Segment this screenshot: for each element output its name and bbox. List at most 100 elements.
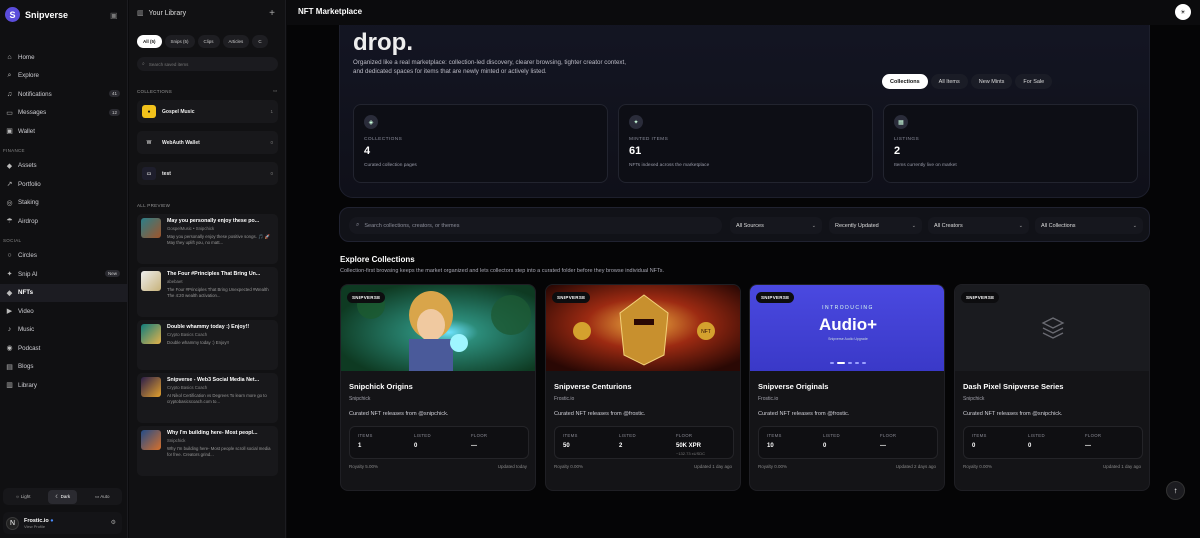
collection-item[interactable]: W WebAuth Wallet 0: [137, 131, 278, 154]
nav-item-explore[interactable]: ⌕ Explore: [0, 67, 128, 86]
search-icon: ⌕: [356, 222, 360, 228]
scroll-to-top-button[interactable]: ↑: [1166, 481, 1185, 500]
theme-dark-button[interactable]: ☾ Dark: [48, 489, 78, 504]
collection-item[interactable]: ▭ test 0: [137, 162, 278, 185]
collection-title[interactable]: Snipchick Origins: [349, 382, 413, 391]
nav-item-staking[interactable]: ◎ Staking: [0, 194, 128, 213]
collection-creator[interactable]: Snipchick: [963, 396, 984, 402]
nav-item-video[interactable]: ▶ Video: [0, 302, 128, 321]
preview-item[interactable]: Why I'm building here- Most peopl... Snip…: [137, 426, 278, 476]
tab-new-mints[interactable]: New Mints: [970, 74, 1013, 89]
page-title: NFT Marketplace: [298, 7, 363, 16]
nav-item-home[interactable]: ⌂ Home: [0, 48, 128, 67]
nav-item-blogs[interactable]: ▤ Blogs: [0, 358, 128, 377]
carousel-dot[interactable]: [830, 362, 834, 364]
library-chip[interactable]: Snips (5): [164, 35, 195, 48]
brand[interactable]: S Snipverse: [5, 7, 68, 22]
carousel-dot[interactable]: [848, 362, 852, 364]
stat-listed: LISTED 0: [1028, 433, 1045, 449]
library-icon: ▥: [137, 10, 144, 17]
view-tabs: Collections All Items New Mints For Sale: [882, 74, 1053, 89]
library-panel: ▥ Your Library + All (5) Snips (5) Clips Ar…: [129, 0, 286, 538]
preview-item[interactable]: The Four #Principles That Bring Un... abe…: [137, 267, 278, 317]
collection-tag: SNIPVERSE: [552, 292, 591, 303]
collection-count: 1: [270, 109, 273, 114]
carousel-dot[interactable]: [855, 362, 859, 364]
theme-auto-button[interactable]: ▭ Auto: [88, 490, 117, 504]
collection-title[interactable]: Snipverse Centurions: [554, 382, 632, 391]
nav-item-label: Wallet: [18, 127, 35, 135]
chart-icon: ↗: [6, 181, 13, 189]
preview-thumbnail: [141, 377, 161, 397]
sources-select[interactable]: All Sources ⌄: [730, 217, 822, 234]
preview-item[interactable]: Snipverse - Web3 Social Media Net... Cryp…: [137, 373, 278, 423]
library-chip[interactable]: C: [252, 35, 268, 48]
nav-item-assets[interactable]: ◆ Assets: [0, 157, 128, 176]
tab-for-sale[interactable]: For Sale: [1015, 74, 1053, 89]
nav-item-wallet[interactable]: ▣ Wallet: [0, 122, 128, 141]
collection-card[interactable]: SNIPVERSE Snipchick Origins Snipchick Curat…: [340, 284, 536, 491]
preview-item[interactable]: May you personally enjoy these po... Gosp…: [137, 214, 278, 264]
stat-listed: LISTED 2: [619, 433, 636, 449]
creators-select[interactable]: All Creators ⌄: [928, 217, 1029, 234]
collection-card[interactable]: SNIPVERSE Dash Pixel Snipverse Series Snip…: [954, 284, 1150, 491]
stat-value: 2: [619, 443, 623, 449]
collection-thumb-icon: W: [146, 139, 152, 146]
tab-all-items[interactable]: All Items: [930, 74, 968, 89]
nav-item-notifications[interactable]: ♫ Notifications 41: [0, 85, 128, 104]
library-chip[interactable]: Clips: [197, 35, 220, 48]
library-search-input[interactable]: ⌕ Search saved items: [137, 57, 278, 71]
folder-icon[interactable]: ▭: [273, 88, 278, 94]
sort-select[interactable]: Recently Updated ⌄: [829, 217, 922, 234]
royalty-text: Royalty 5.00%: [349, 464, 379, 469]
stat-value: 1: [358, 443, 362, 449]
user-profile[interactable]: N Frostic.io ● View Profile ⚙: [3, 512, 122, 534]
add-icon[interactable]: +: [269, 8, 275, 19]
library-chip[interactable]: Articles: [222, 35, 250, 48]
nav-item-podcast[interactable]: ◉ Podcast: [0, 339, 128, 358]
nav-item-portfolio[interactable]: ↗ Portfolio: [0, 175, 128, 194]
collection-card[interactable]: INTRODUCING Audio+ Snipverse Audio Upgrade…: [749, 284, 945, 491]
tab-collections[interactable]: Collections: [882, 74, 928, 89]
stat-value: 0: [414, 443, 418, 449]
stat-label: FLOOR: [1085, 433, 1102, 438]
collection-creator[interactable]: Frostic.io: [758, 396, 778, 402]
nav-item-snip-ai[interactable]: ✦ Snip AI New: [0, 265, 128, 284]
stat-description: Curated collection pages: [364, 163, 417, 168]
collection-creator[interactable]: Snipchick: [349, 396, 370, 402]
collapse-sidebar-icon[interactable]: ▣: [110, 11, 118, 20]
carousel-dot[interactable]: [837, 362, 845, 364]
theme-toggle-button[interactable]: ☀: [1175, 4, 1191, 20]
royalty-text: Royalty 0.00%: [758, 464, 788, 469]
theme-light-button[interactable]: ☼ Light: [8, 490, 37, 503]
carousel-dot[interactable]: [862, 362, 866, 364]
nav-item-messages[interactable]: ▭ Messages 12: [0, 104, 128, 123]
collection-search-input[interactable]: ⌕ Search collections, creators, or themes: [349, 217, 722, 234]
collection-stats: ITEMS 0 LISTED 0 FLOOR —: [963, 426, 1143, 459]
collection-card[interactable]: NFT SNIPVERSE Snipverse Centurions Frostic.…: [545, 284, 741, 491]
nav-item-music[interactable]: ♪ Music: [0, 321, 128, 340]
library-chip[interactable]: All (5): [137, 35, 162, 48]
hero-panel: drop. Organized like a real marketplace:…: [339, 0, 1150, 198]
nav-item-library[interactable]: ▥ Library: [0, 376, 128, 395]
collection-item[interactable]: ● Gospel Music 1: [137, 100, 278, 123]
preview-title: The Four #Principles That Bring Un...: [167, 271, 261, 277]
collection-creator[interactable]: Frostic.io: [554, 396, 574, 402]
verified-icon: ●: [50, 517, 54, 524]
collections-select[interactable]: All Collections ⌄: [1035, 217, 1143, 234]
banner-title: Audio+: [818, 315, 878, 334]
preview-item[interactable]: Double whammy today :) Enjoy!! Crypto Bas…: [137, 320, 278, 370]
collection-title[interactable]: Snipverse Originals: [758, 382, 828, 391]
theme-switcher: ☼ Light ☾ Dark ▭ Auto: [3, 488, 122, 505]
stat-card: ◈ COLLECTIONS 4 Curated collection pages: [353, 104, 608, 183]
collection-title[interactable]: Dash Pixel Snipverse Series: [963, 382, 1063, 391]
gear-icon[interactable]: ⚙: [111, 519, 116, 526]
preview-body: Double whammy today :) Enjoy!!: [167, 340, 229, 345]
stat-items: ITEMS 50: [563, 433, 578, 449]
nav-item-nfts[interactable]: ◆ NFTs: [0, 283, 128, 302]
carousel-dots: [830, 362, 866, 364]
stat-label: LISTED: [823, 433, 840, 438]
nav-item-airdrop[interactable]: ☂ Airdrop: [0, 212, 128, 231]
nav-item-circles[interactable]: ○ Circles: [0, 247, 128, 266]
preview-thumbnail: [141, 271, 161, 291]
